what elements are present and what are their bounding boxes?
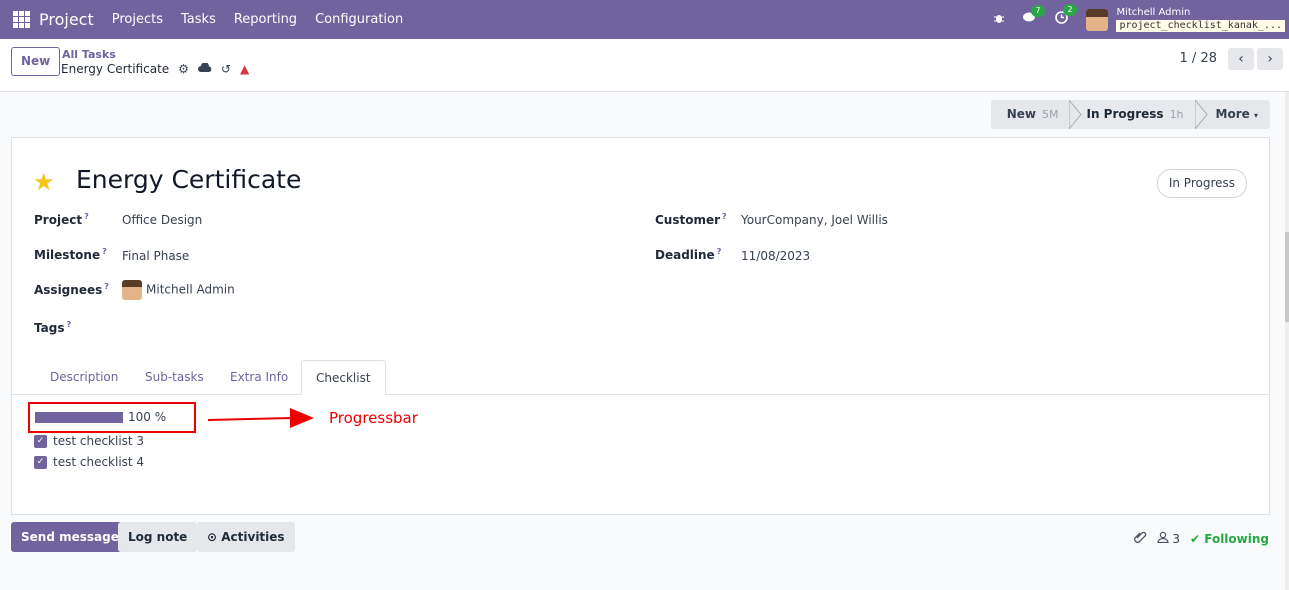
user-avatar[interactable]: [1086, 8, 1109, 31]
chatter-topbar-right: 3 ✔ Following: [1133, 530, 1269, 547]
tab-checklist[interactable]: Checklist: [301, 360, 386, 395]
menu-configuration[interactable]: Configuration: [315, 12, 403, 27]
control-panel: New All Tasks Energy Certificate ⚙ ↺ ▲ 1…: [0, 39, 1289, 92]
project-label: Project?: [34, 212, 89, 227]
notebook-tabs: Description Sub-tasks Extra Info Checkli…: [12, 360, 1269, 395]
stage-in-progress[interactable]: In Progress 1h: [1069, 100, 1196, 129]
breadcrumb: Energy Certificate ⚙ ↺ ▲: [61, 62, 249, 76]
app-brand[interactable]: Project: [39, 10, 94, 29]
help-icon[interactable]: ?: [104, 282, 109, 291]
checklist-item-label: test checklist 3: [53, 434, 145, 448]
checklist-item-label: test checklist 4: [53, 455, 145, 469]
breadcrumb-all-tasks[interactable]: All Tasks: [62, 48, 116, 61]
followers-count[interactable]: 3: [1172, 532, 1180, 546]
tab-extra-info[interactable]: Extra Info: [230, 360, 288, 395]
menu-projects[interactable]: Projects: [112, 12, 163, 27]
stage-time: 5M: [1041, 108, 1059, 121]
menu-reporting[interactable]: Reporting: [234, 12, 297, 27]
deadline-label: Deadline?: [655, 247, 722, 262]
scrollbar-track[interactable]: [1285, 92, 1289, 590]
tags-label: Tags?: [34, 320, 72, 335]
customer-field[interactable]: YourCompany, Joel Willis: [741, 213, 888, 227]
paperclip-icon[interactable]: [1133, 530, 1147, 547]
help-icon[interactable]: ?: [102, 247, 107, 256]
assignee-name: Mitchell Admin: [146, 282, 235, 297]
caret-down-icon: ▾: [1253, 111, 1258, 120]
task-status-badge[interactable]: In Progress: [1156, 169, 1247, 198]
pager-next-button[interactable]: ›: [1257, 48, 1283, 70]
favorite-star-icon[interactable]: ★: [33, 168, 55, 196]
checkbox-checked-icon[interactable]: ✓: [34, 455, 47, 469]
activities-badge: 2: [1063, 4, 1077, 16]
activities-button[interactable]: ⊙ Activities: [197, 522, 295, 552]
activities-label: Activities: [221, 530, 285, 544]
cloud-save-icon[interactable]: [197, 62, 212, 76]
stage-label: More: [1215, 107, 1250, 121]
top-navbar: Project Projects Tasks Reporting Configu…: [0, 0, 1289, 39]
stage-more[interactable]: More ▾: [1194, 100, 1270, 129]
messages-badge: 7: [1031, 4, 1045, 17]
help-icon[interactable]: ?: [84, 212, 89, 221]
deadline-field[interactable]: 11/08/2023: [741, 249, 810, 263]
checkbox-checked-icon[interactable]: ✓: [34, 434, 47, 448]
following-label: Following: [1204, 531, 1269, 546]
help-icon[interactable]: ?: [722, 212, 727, 221]
scrollbar-thumb[interactable]: [1285, 232, 1289, 322]
menu-tasks[interactable]: Tasks: [181, 12, 216, 27]
activities-clock-icon[interactable]: 2: [1055, 4, 1077, 28]
assignees-field[interactable]: Mitchell Admin: [122, 280, 235, 300]
checklist-item[interactable]: ✓ test checklist 4: [34, 455, 144, 469]
discard-undo-icon[interactable]: ↺: [221, 62, 231, 76]
debug-bug-icon[interactable]: [993, 12, 1005, 28]
form-sheet: ★ Energy Certificate In Progress Project…: [11, 137, 1270, 515]
pager-previous-button[interactable]: ‹: [1228, 48, 1254, 70]
stage-new[interactable]: New 5M: [990, 100, 1071, 129]
customer-label: Customer?: [655, 212, 727, 227]
log-note-button[interactable]: Log note: [118, 522, 198, 552]
user-name: Mitchell Admin: [1116, 7, 1191, 18]
tab-sub-tasks[interactable]: Sub-tasks: [145, 360, 204, 395]
new-button[interactable]: New: [11, 47, 61, 76]
messages-icon[interactable]: 7: [1023, 4, 1045, 28]
stage-label: New: [1006, 107, 1036, 121]
annotation-arrow-icon: [208, 408, 314, 428]
help-icon[interactable]: ?: [717, 247, 722, 256]
task-title[interactable]: Energy Certificate: [76, 165, 301, 194]
checklist-progress-bar: [35, 412, 123, 423]
assignee-avatar: [122, 280, 142, 300]
pager-value[interactable]: 1 / 28: [1180, 51, 1217, 66]
clock-icon: ⊙: [207, 530, 218, 544]
apps-menu-icon[interactable]: [13, 11, 30, 28]
send-message-button[interactable]: Send message: [11, 522, 129, 552]
progress-fill: [35, 412, 123, 423]
checklist-item[interactable]: ✓ test checklist 3: [34, 434, 144, 448]
user-menu[interactable]: Mitchell Admin project_checklist_kanak_.…: [1116, 7, 1285, 32]
assignees-label: Assignees?: [34, 282, 109, 297]
stage-statusbar: New 5M In Progress 1h More ▾: [990, 100, 1270, 129]
breadcrumb-current: Energy Certificate: [61, 62, 170, 76]
annotation-label: Progressbar: [329, 409, 418, 427]
tab-description[interactable]: Description: [50, 360, 118, 395]
milestone-field[interactable]: Final Phase: [122, 249, 189, 263]
followers-user-icon[interactable]: [1157, 531, 1169, 546]
annotation-highlight-box: 100 %: [28, 402, 196, 433]
help-icon[interactable]: ?: [66, 320, 71, 329]
following-button[interactable]: ✔ Following: [1190, 532, 1269, 546]
project-field[interactable]: Office Design: [122, 213, 202, 227]
stage-label: In Progress: [1086, 107, 1164, 121]
gear-icon[interactable]: ⚙: [178, 62, 189, 76]
progress-text: 100 %: [128, 410, 167, 424]
milestone-label: Milestone?: [34, 247, 107, 262]
database-name: project_checklist_kanak_...: [1116, 20, 1285, 32]
warning-icon: ▲: [240, 62, 250, 76]
stage-time: 1h: [1169, 108, 1184, 121]
